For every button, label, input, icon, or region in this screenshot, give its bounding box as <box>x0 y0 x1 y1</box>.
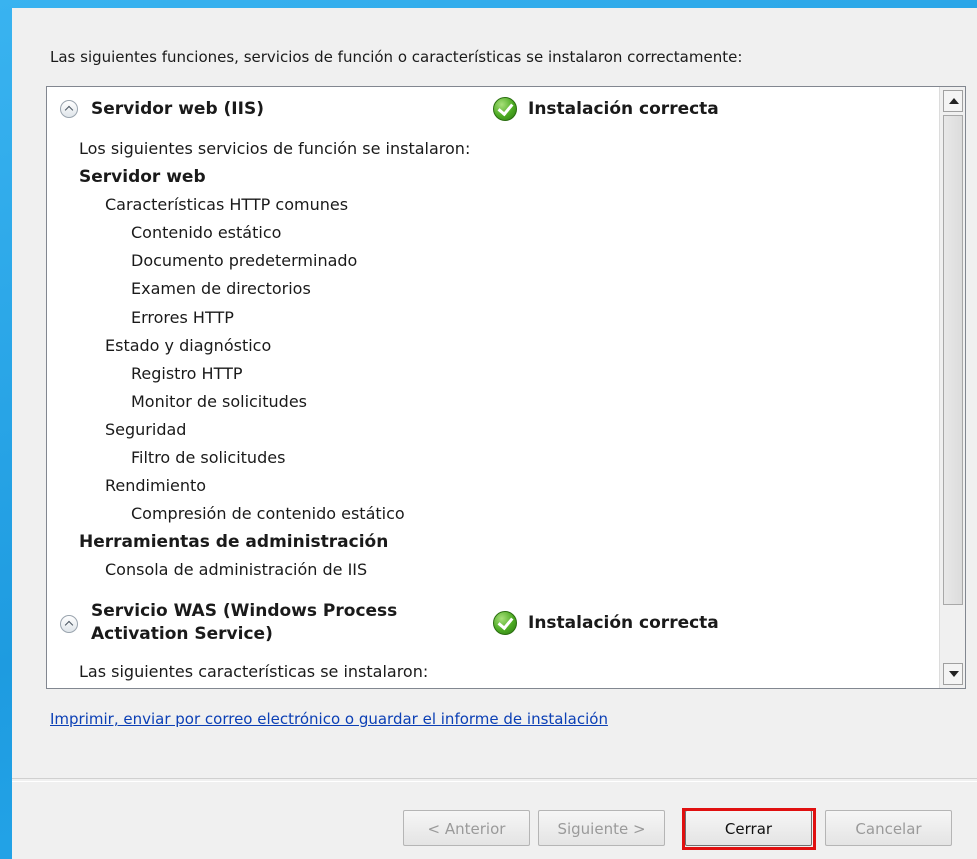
section-status-was: Instalación correcta <box>528 613 719 633</box>
cancel-button[interactable]: Cancelar <box>825 810 952 846</box>
feature-item: Seguridad <box>105 419 187 439</box>
results-list[interactable]: Servidor web (IIS) Instalación correcta … <box>46 86 966 689</box>
feature-item: Compresión de contenido estático <box>131 504 405 524</box>
vertical-scrollbar[interactable] <box>939 87 965 688</box>
installation-results-dialog: Las siguientes funciones, servicios de f… <box>12 8 977 859</box>
section-intro-iis: Los siguientes servicios de función se i… <box>79 139 471 158</box>
feature-item: Servidor web <box>79 167 206 187</box>
success-check-icon <box>493 97 517 121</box>
feature-item: Contenido estático <box>131 223 282 243</box>
scrollbar-thumb[interactable] <box>943 115 963 605</box>
back-button[interactable]: < Anterior <box>403 810 530 846</box>
close-button[interactable]: Cerrar <box>685 810 812 846</box>
feature-item: Estado y diagnóstico <box>105 335 272 355</box>
section-intro-was: Las siguientes características se instal… <box>79 662 429 681</box>
collapse-section-iis-button[interactable] <box>60 100 78 118</box>
feature-item: Documento predeterminado <box>131 251 358 271</box>
section-title-iis: Servidor web (IIS) <box>91 99 264 119</box>
section-title-was-line1: Servicio WAS (Windows Process <box>91 601 398 621</box>
section-title-was-line2: Activation Service) <box>91 624 273 644</box>
feature-item: Monitor de solicitudes <box>131 391 307 411</box>
feature-item: Rendimiento <box>105 476 207 496</box>
scroll-up-arrow-icon[interactable] <box>943 90 963 112</box>
feature-item: Examen de directorios <box>131 279 311 299</box>
feature-item: Registro HTTP <box>131 363 243 383</box>
results-header: Las siguientes funciones, servicios de f… <box>50 48 743 66</box>
button-bar-separator <box>12 778 977 782</box>
collapse-section-was-button[interactable] <box>60 615 78 633</box>
feature-item: Características HTTP comunes <box>105 195 349 215</box>
feature-item: Errores HTTP <box>131 307 234 327</box>
section-status-iis: Instalación correcta <box>528 99 719 119</box>
installation-report-link[interactable]: Imprimir, enviar por correo electrónico … <box>50 710 608 728</box>
feature-item: Filtro de solicitudes <box>131 448 286 467</box>
next-button[interactable]: Siguiente > <box>538 810 665 846</box>
success-check-icon <box>493 611 517 635</box>
feature-item: Herramientas de administración <box>79 532 389 553</box>
scroll-down-arrow-icon[interactable] <box>943 663 963 685</box>
results-list-content: Servidor web (IIS) Instalación correcta … <box>47 87 939 688</box>
feature-item: Consola de administración de IIS <box>105 560 368 580</box>
